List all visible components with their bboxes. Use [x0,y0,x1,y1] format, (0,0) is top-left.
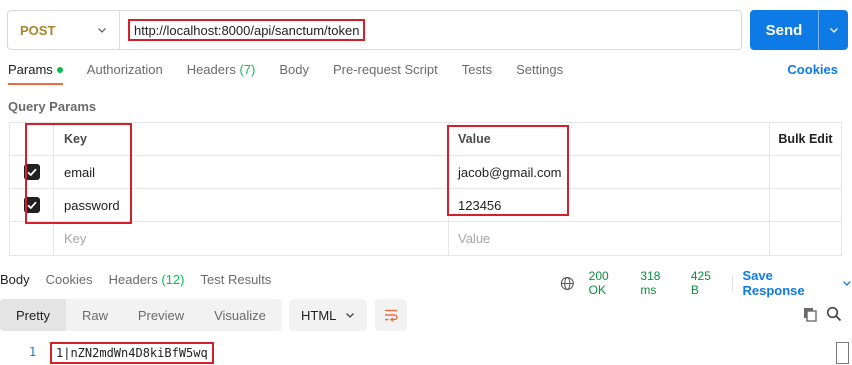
tab-body-label: Body [279,62,309,77]
value-cell[interactable]: 123456 [449,189,770,221]
key-placeholder: Key [64,231,87,246]
row-extra-cell [770,156,841,188]
checkbox-password[interactable] [23,197,40,213]
tab-settings[interactable]: Settings [516,62,563,85]
response-headers-count: (12) [161,271,185,287]
chevron-down-icon [843,281,852,286]
header-check-cell [10,123,54,155]
checkbox-email[interactable] [23,164,40,180]
chevron-down-icon [829,28,838,33]
request-tabs: Params Authorization Headers (7) Body Pr… [8,62,838,90]
check-icon [26,201,37,210]
method-label: POST [20,22,56,38]
tab-headers-label: Headers [186,62,236,77]
tab-authorization[interactable]: Authorization [87,62,163,85]
view-preview[interactable]: Preview [124,299,198,331]
status-code[interactable]: 200 OK [589,269,629,297]
url-text: http://localhost:8000/api/sanctum/token [134,22,360,38]
row-check-cell [10,222,54,255]
tab-response-headers[interactable]: Headers (12) [109,272,185,287]
tab-pre-request-script-label: Pre-request Script [332,62,438,77]
response-size[interactable]: 425 B [691,269,722,297]
table-row: email jacob@gmail.com [10,156,841,189]
view-raw[interactable]: Raw [66,299,124,331]
send-button-group: Send [750,10,848,50]
tab-authorization-label: Authorization [86,62,163,77]
url-field-wrap: http://localhost:8000/api/sanctum/token [120,11,741,49]
line-number: 1 [29,345,37,359]
request-bar: POST http://localhost:8000/api/sanctum/t… [7,10,742,50]
save-response-label: Save Response [742,268,805,298]
method-select[interactable]: POST [8,11,120,49]
tab-response-body[interactable]: Body [0,272,30,287]
tab-response-cookies[interactable]: Cookies [46,272,93,287]
cookies-link[interactable]: Cookies [787,62,838,77]
wrap-lines-button[interactable] [375,299,407,331]
response-body-line[interactable]: 1|nZN2mdWn4D8kiBfW5wq [50,342,214,364]
param-key: email [64,164,96,180]
send-options-button[interactable] [818,10,848,50]
tab-response-headers-label: Headers [108,271,158,287]
table-header-row: Key Value Bulk Edit [10,123,841,156]
key-cell[interactable]: password [54,189,449,221]
tab-tests[interactable]: Tests [462,62,492,85]
tab-params-label: Params [8,62,53,77]
table-row-empty: Key Value [10,222,841,255]
chevron-down-icon [346,313,354,318]
bulk-edit-button[interactable]: Bulk Edit [770,123,841,155]
table-row: password 123456 [10,189,841,222]
copy-icon[interactable] [802,306,818,322]
row-check-cell [10,156,54,188]
header-key-cell: Key [54,123,449,155]
response-body-editor[interactable]: 1 1|nZN2mdWn4D8kiBfW5wq [0,340,852,365]
row-extra-cell [770,189,841,221]
bulk-edit-label: Bulk Edit [778,132,833,146]
response-status-bar: 200 OK 318 ms 425 B Save Response [560,268,852,298]
param-value: 123456 [458,197,502,213]
new-key-input[interactable]: Key [54,222,449,255]
view-mode-selector: Pretty Raw Preview Visualize [0,299,282,331]
tab-headers[interactable]: Headers (7) [187,62,256,85]
chevron-down-icon [98,28,106,33]
value-placeholder: Value [458,231,491,246]
tab-params[interactable]: Params [8,62,63,85]
header-value-cell: Value [449,123,770,155]
view-visualize[interactable]: Visualize [198,299,282,331]
scrollbar-thumb[interactable] [836,342,849,364]
globe-icon[interactable] [560,276,575,291]
row-extra-cell [770,222,841,255]
param-key: password [64,197,120,213]
format-label: HTML [301,307,337,323]
check-icon [26,168,37,177]
tab-settings-label: Settings [516,62,564,77]
tab-body[interactable]: Body [279,62,309,85]
view-pretty[interactable]: Pretty [0,299,66,331]
query-params-title: Query Params [8,99,97,114]
tab-test-results[interactable]: Test Results [201,272,272,287]
header-value-label: Value [458,132,491,146]
response-time[interactable]: 318 ms [640,269,678,297]
new-value-input[interactable]: Value [449,222,770,255]
format-select[interactable]: HTML [289,299,367,331]
wrap-lines-icon [385,309,398,322]
save-response-button[interactable]: Save Response [743,268,852,298]
divider [731,275,733,291]
param-value: jacob@gmail.com [458,164,562,180]
query-params-table: Key Value Bulk Edit email jacob@gmail.co… [9,122,842,256]
send-button[interactable]: Send [750,22,818,39]
tab-tests-label: Tests [461,62,493,77]
row-check-cell [10,189,54,221]
url-input[interactable]: http://localhost:8000/api/sanctum/token [128,19,366,41]
tab-pre-request-script[interactable]: Pre-request Script [333,62,438,85]
header-key-label: Key [64,132,87,146]
key-cell[interactable]: email [54,156,449,188]
search-icon[interactable] [826,306,842,322]
headers-count: (7) [239,62,256,77]
params-active-dot [56,66,63,73]
value-cell[interactable]: jacob@gmail.com [449,156,770,188]
